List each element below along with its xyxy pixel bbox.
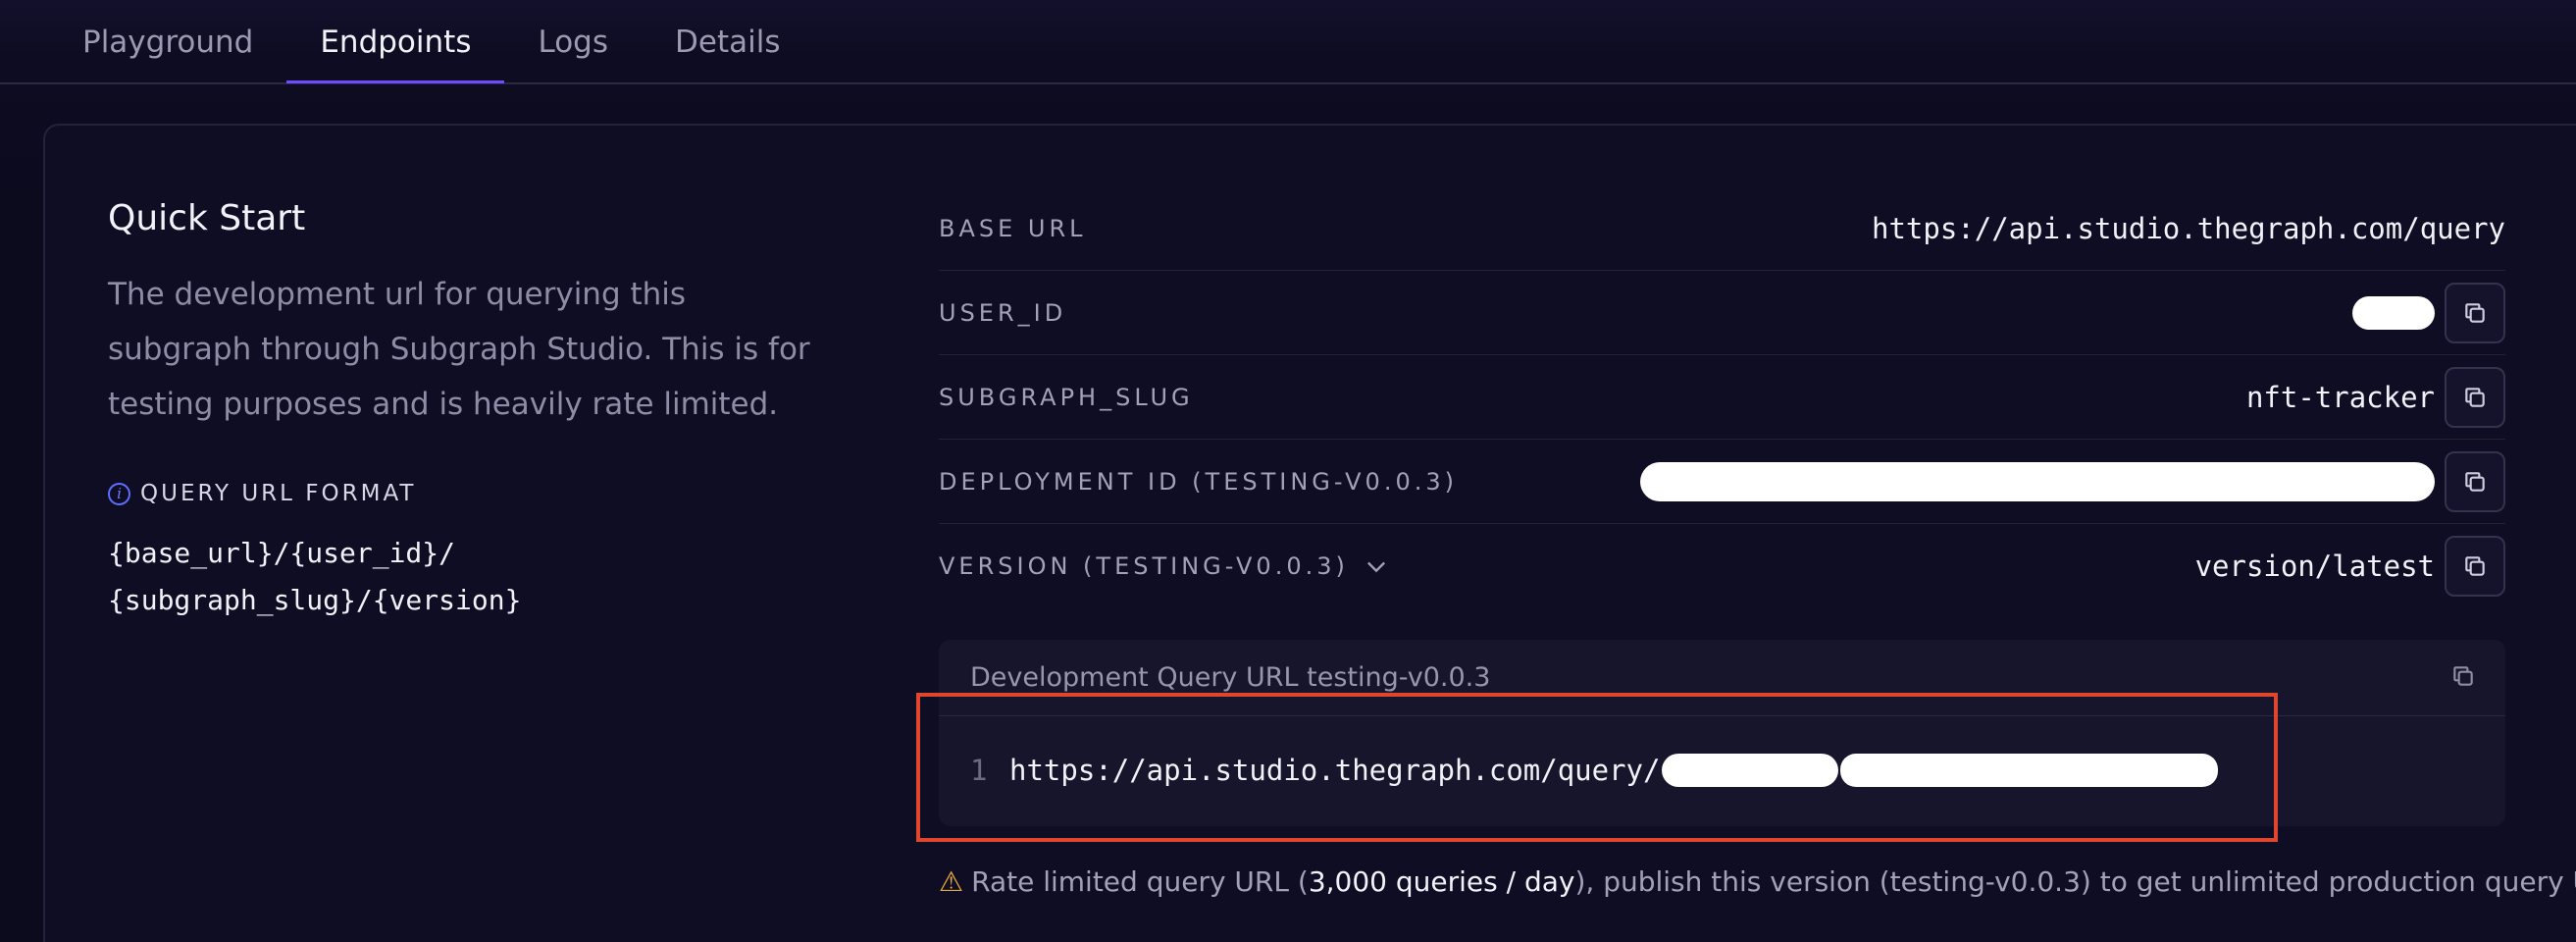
version-label: VERSION (TESTING-V0.0.3) <box>939 552 1349 580</box>
tab-endpoints[interactable]: Endpoints <box>286 0 505 83</box>
version-select[interactable]: VERSION (TESTING-V0.0.3) <box>939 552 1390 580</box>
deployment-id-label: DEPLOYMENT ID (TESTING-V0.0.3) <box>939 467 1458 496</box>
copy-user-id-button[interactable] <box>2445 282 2505 343</box>
copy-icon <box>2465 556 2485 576</box>
chevron-down-icon[interactable] <box>1363 552 1390 580</box>
endpoints-page: Playground Endpoints Logs Details Quick … <box>0 0 2576 942</box>
copy-subgraph-slug-button[interactable] <box>2445 366 2505 428</box>
subgraph-slug-label: SUBGRAPH_SLUG <box>939 383 1194 411</box>
deployment-id-value <box>1640 461 2435 501</box>
format-line-2: {subgraph_slug}/{version} <box>108 584 522 616</box>
user-id-label: USER_ID <box>939 298 1067 327</box>
quick-start-title: Quick Start <box>108 198 306 238</box>
tab-logs[interactable]: Logs <box>504 0 642 83</box>
rate-note-pre: Rate limited query URL ( <box>971 865 1309 898</box>
rate-note-strong: 3,000 queries / day <box>1308 865 1575 898</box>
warning-icon: ⚠ <box>939 865 964 898</box>
endpoint-rows: BASE URL https://api.studio.thegraph.com… <box>939 186 2505 608</box>
base-url-label: BASE URL <box>939 214 1087 242</box>
copy-icon <box>2453 665 2473 686</box>
row-version: VERSION (TESTING-V0.0.3) version/latest <box>939 524 2505 608</box>
rate-note-post: ), publish this version (testing-v0.0.3)… <box>1574 865 2576 898</box>
copy-icon <box>2465 302 2485 323</box>
copy-icon <box>2465 471 2485 492</box>
quick-start-description: The development url for querying this su… <box>108 277 810 422</box>
query-url-format-code: {base_url}/{user_id}/ {subgraph_slug}/{v… <box>108 530 521 624</box>
version-value: version/latest <box>2194 550 2435 583</box>
row-deployment-id: DEPLOYMENT ID (TESTING-V0.0.3) <box>939 440 2505 524</box>
info-icon[interactable]: i <box>108 482 130 505</box>
base-url-value: https://api.studio.thegraph.com/query <box>1871 211 2505 245</box>
row-base-url: BASE URL https://api.studio.thegraph.com… <box>939 186 2505 271</box>
format-line-1: {base_url}/{user_id}/ <box>108 537 456 569</box>
tab-bar: Playground Endpoints Logs Details <box>49 0 813 83</box>
copy-icon <box>2465 387 2485 407</box>
rate-limit-note: ⚠ Rate limited query URL (3,000 queries … <box>939 865 2576 898</box>
copy-dev-query-button[interactable] <box>2450 663 2476 693</box>
query-url-format-label: i QUERY URL FORMAT <box>108 481 416 506</box>
user-id-value <box>2352 295 2435 330</box>
highlight-frame <box>916 693 2278 842</box>
tab-playground[interactable]: Playground <box>49 0 286 83</box>
row-user-id: USER_ID <box>939 271 2505 355</box>
row-subgraph-slug: SUBGRAPH_SLUG nft-tracker <box>939 355 2505 440</box>
query-url-format-text: QUERY URL FORMAT <box>140 481 417 506</box>
copy-deployment-id-button[interactable] <box>2445 450 2505 512</box>
subgraph-slug-value: nft-tracker <box>2245 380 2435 414</box>
tab-details[interactable]: Details <box>642 0 813 83</box>
copy-version-button[interactable] <box>2445 536 2505 597</box>
dev-query-title: Development Query URL testing-v0.0.3 <box>970 662 1491 693</box>
